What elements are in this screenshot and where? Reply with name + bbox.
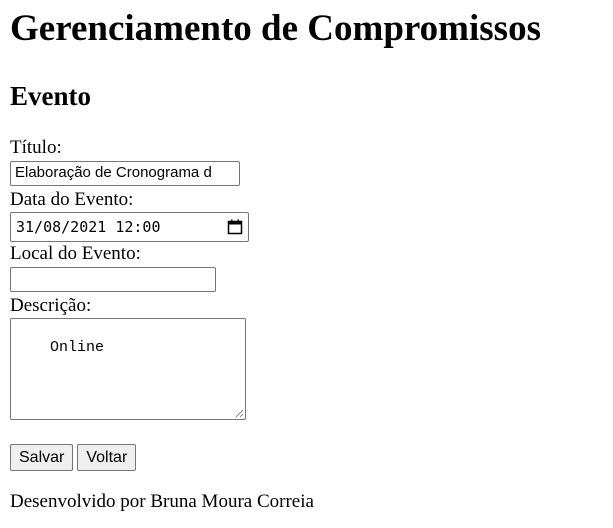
titulo-input[interactable]: Elaboração de Cronograma d — [10, 161, 240, 186]
save-button[interactable]: Salvar — [10, 444, 74, 471]
data-evento-label: Data do Evento: — [10, 189, 134, 210]
page: Gerenciamento de Compromissos — [0, 0, 613, 50]
descricao-value: Online — [50, 339, 105, 356]
footer-credit: Desenvolvido por Bruna Moura Correia — [10, 491, 314, 512]
event-form: Título: Elaboração de Cronograma d Data … — [10, 137, 410, 420]
data-evento-value: 31/08/2021 12:00 — [16, 218, 161, 236]
back-button[interactable]: Voltar — [77, 444, 137, 471]
descricao-textarea[interactable]: Online — [10, 318, 246, 420]
section-title: Evento — [10, 81, 91, 111]
titulo-label: Título: — [10, 137, 62, 158]
local-evento-input[interactable] — [10, 267, 216, 292]
data-evento-input[interactable]: 31/08/2021 12:00 — [10, 212, 249, 242]
form-actions: Salvar Voltar — [10, 444, 137, 471]
descricao-label: Descrição: — [10, 295, 92, 316]
page-title: Gerenciamento de Compromissos — [10, 8, 541, 49]
local-evento-label: Local do Evento: — [10, 243, 141, 264]
calendar-icon[interactable] — [227, 219, 243, 235]
resize-handle-icon[interactable] — [235, 409, 244, 418]
